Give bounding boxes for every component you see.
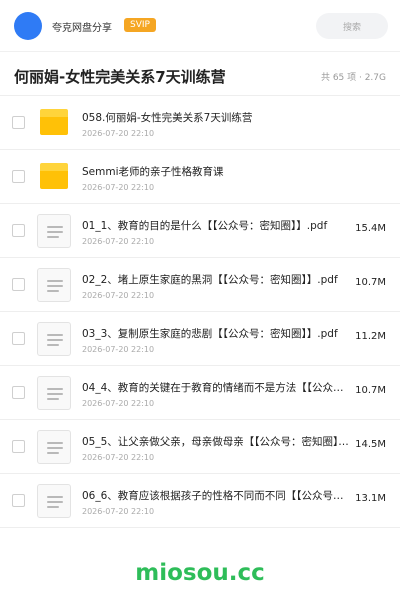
list-item[interactable]: 05_5、让父亲做父亲，母亲做母亲【【公众号：密知圈】】.pdf 2026-07… <box>0 420 400 474</box>
checkbox[interactable] <box>12 224 25 237</box>
file-name: 04_4、教育的关键在于教育的情绪而不是方法【【公众号：密知圈】】.pdf <box>82 382 350 394</box>
document-icon <box>37 430 71 464</box>
file-size: 13.1M <box>355 493 386 504</box>
file-size: 10.7M <box>355 277 386 288</box>
list-item[interactable]: 03_3、复制原生家庭的悲剧【【公众号：密知圈】】.pdf 2026-07-20… <box>0 312 400 366</box>
file-name: 01_1、教育的目的是什么【【公众号：密知圈】】.pdf <box>82 220 328 232</box>
checkbox[interactable] <box>12 440 25 453</box>
document-icon <box>37 214 71 248</box>
avatar[interactable] <box>14 12 42 40</box>
file-list: 058.何丽娟-女性完美关系7天训练营 2026-07-20 22:10 Sem… <box>0 96 400 528</box>
file-name: 03_3、复制原生家庭的悲剧【【公众号：密知圈】】.pdf <box>82 328 338 340</box>
top-bar: 夸克网盘分享 SVIP 搜索 <box>0 0 400 52</box>
file-size: 10.7M <box>355 385 386 396</box>
list-item[interactable]: 02_2、堵上原生家庭的黑洞【【公众号：密知圈】】.pdf 2026-07-20… <box>0 258 400 312</box>
file-date: 2026-07-20 22:10 <box>82 291 155 300</box>
list-item[interactable]: 058.何丽娟-女性完美关系7天训练营 2026-07-20 22:10 <box>0 96 400 150</box>
checkbox[interactable] <box>12 116 25 129</box>
file-date: 2026-07-20 22:10 <box>82 453 155 462</box>
file-date: 2026-07-20 22:10 <box>82 507 155 516</box>
list-item[interactable]: Semmi老师的亲子性格教育课 2026-07-20 22:10 <box>0 150 400 204</box>
document-icon <box>37 268 71 302</box>
document-icon <box>37 484 71 518</box>
file-size: 15.4M <box>355 223 386 234</box>
file-name: Semmi老师的亲子性格教育课 <box>82 166 224 178</box>
list-item[interactable]: 06_6、教育应该根据孩子的性格不同而不同【【公众号：密知圈】】.pdf 202… <box>0 474 400 528</box>
file-date: 2026-07-20 22:10 <box>82 237 155 246</box>
file-size: 11.2M <box>355 331 386 342</box>
page-title: 何丽娟-女性完美关系7天训练营 <box>14 68 226 86</box>
watermark: miosou.cc <box>135 560 265 586</box>
file-name: 02_2、堵上原生家庭的黑洞【【公众号：密知圈】】.pdf <box>82 274 338 286</box>
document-icon <box>37 376 71 410</box>
folder-icon <box>40 109 68 135</box>
file-date: 2026-07-20 22:10 <box>82 183 155 192</box>
checkbox[interactable] <box>12 494 25 507</box>
svip-badge: SVIP <box>124 18 156 32</box>
file-name: 06_6、教育应该根据孩子的性格不同而不同【【公众号：密知圈】】.pdf <box>82 490 350 502</box>
file-date: 2026-07-20 22:10 <box>82 129 155 138</box>
file-size: 14.5M <box>355 439 386 450</box>
checkbox[interactable] <box>12 278 25 291</box>
folder-icon <box>40 163 68 189</box>
file-name: 05_5、让父亲做父亲，母亲做母亲【【公众号：密知圈】】.pdf <box>82 436 350 448</box>
file-date: 2026-07-20 22:10 <box>82 399 155 408</box>
search-button[interactable]: 搜索 <box>316 13 388 39</box>
item-count: 共 65 项 · 2.7G <box>320 73 386 83</box>
checkbox[interactable] <box>12 332 25 345</box>
checkbox[interactable] <box>12 170 25 183</box>
document-icon <box>37 322 71 356</box>
title-bar: 何丽娟-女性完美关系7天训练营 共 65 项 · 2.7G <box>0 52 400 96</box>
list-item[interactable]: 01_1、教育的目的是什么【【公众号：密知圈】】.pdf 2026-07-20 … <box>0 204 400 258</box>
file-date: 2026-07-20 22:10 <box>82 345 155 354</box>
username: 夸克网盘分享 <box>52 23 112 34</box>
list-item[interactable]: 04_4、教育的关键在于教育的情绪而不是方法【【公众号：密知圈】】.pdf 20… <box>0 366 400 420</box>
file-name: 058.何丽娟-女性完美关系7天训练营 <box>82 112 253 124</box>
checkbox[interactable] <box>12 386 25 399</box>
